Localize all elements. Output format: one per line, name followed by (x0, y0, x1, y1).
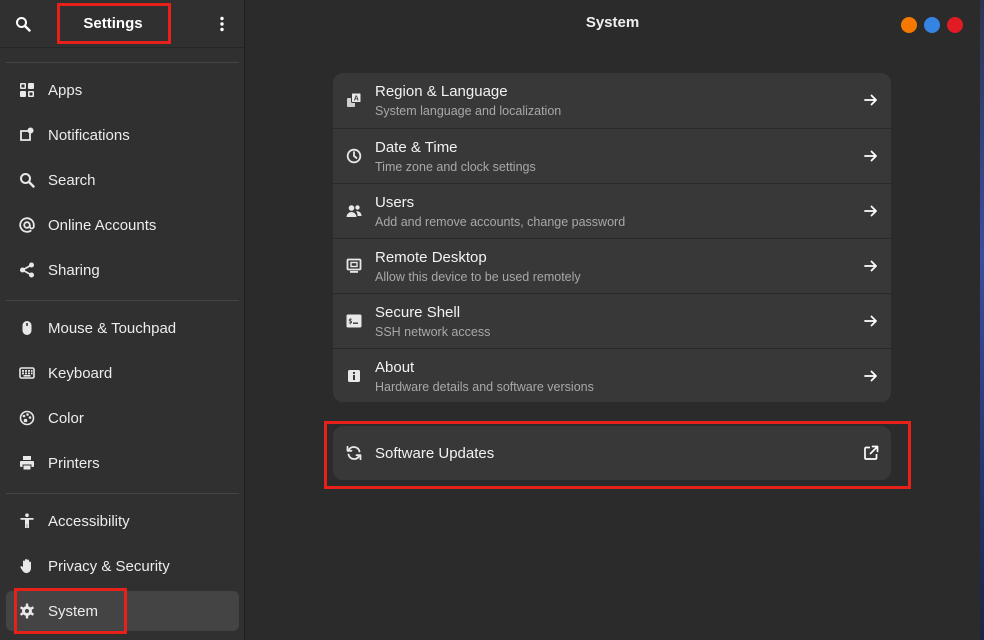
arrow-right-icon (851, 369, 891, 383)
gear-icon (6, 603, 48, 619)
sidebar-divider (6, 62, 239, 63)
arrow-right-icon (851, 149, 891, 163)
sidebar-item-search[interactable]: Search (6, 160, 239, 200)
main-menu-button[interactable] (207, 9, 237, 39)
arrow-right-icon (851, 259, 891, 273)
sidebar-divider (6, 493, 239, 494)
sidebar-item-label: Apps (48, 81, 83, 99)
search-icon (16, 17, 31, 32)
arrow-right-icon (851, 204, 891, 218)
users-icon (333, 203, 375, 219)
sidebar-item-label: Accessibility (48, 512, 130, 530)
sidebar-item-printers[interactable]: Printers (6, 443, 239, 483)
page-title: System (585, 14, 640, 31)
arrow-right-icon (851, 314, 891, 328)
sidebar-item-mouse-touchpad[interactable]: Mouse & Touchpad (6, 308, 239, 348)
svg-text:A: A (354, 96, 359, 103)
sidebar-item-label: Search (48, 171, 96, 189)
sidebar-item-color[interactable]: Color (6, 398, 239, 438)
printer-icon (6, 455, 48, 471)
row-users[interactable]: Users Add and remove accounts, change pa… (333, 183, 891, 238)
row-secure-shell[interactable]: $ Secure Shell SSH network access (333, 293, 891, 348)
sidebar-item-accessibility[interactable]: Accessibility (6, 501, 239, 541)
clock-icon (333, 148, 375, 164)
minimize-button[interactable] (901, 17, 917, 33)
row-about[interactable]: About Hardware details and software vers… (333, 348, 891, 402)
sidebar-item-label: Online Accounts (48, 216, 157, 234)
sidebar-item-keyboard[interactable]: Keyboard (6, 353, 239, 393)
row-title: Remote Desktop (375, 248, 487, 266)
sidebar-title: Settings (83, 14, 143, 32)
external-link-icon (851, 445, 891, 461)
sidebar-divider (6, 300, 239, 301)
close-button[interactable] (947, 17, 963, 33)
row-title: Secure Shell (375, 303, 461, 321)
sidebar-item-online-accounts[interactable]: Online Accounts (6, 205, 239, 245)
sidebar-item-label: Printers (48, 454, 100, 472)
kebab-menu-icon (220, 16, 224, 32)
sidebar-item-sharing[interactable]: Sharing (6, 250, 239, 290)
software-updates-button[interactable]: Software Updates (333, 426, 891, 480)
apps-icon (6, 82, 48, 98)
main-panel: System A Region & Language System langua… (245, 0, 980, 640)
remote-desktop-icon (333, 258, 375, 274)
sidebar-item-label: Color (48, 409, 84, 427)
software-updates-label: Software Updates (375, 444, 495, 462)
refresh-icon (333, 445, 375, 461)
hand-icon (6, 558, 48, 574)
sidebar-item-system[interactable]: System (6, 591, 239, 631)
row-subtitle: Allow this device to be used remotely (375, 269, 581, 284)
sidebar-item-label: Mouse & Touchpad (48, 319, 177, 337)
row-region-language[interactable]: A Region & Language System language and … (333, 73, 891, 127)
sidebar-item-label: System (48, 602, 99, 620)
svg-text:$: $ (348, 318, 352, 326)
arrow-right-icon (851, 93, 891, 107)
row-title: Region & Language (375, 82, 508, 100)
row-remote-desktop[interactable]: Remote Desktop Allow this device to be u… (333, 238, 891, 293)
row-title: About (375, 358, 415, 376)
sidebar: Settings Apps Notifications Search Onlin… (0, 0, 245, 640)
row-subtitle: System language and localization (375, 103, 562, 118)
row-subtitle: Time zone and clock settings (375, 159, 536, 174)
row-subtitle: Add and remove accounts, change password (375, 214, 626, 229)
desktop-background-edge (980, 0, 984, 640)
at-sign-icon (6, 217, 48, 233)
language-icon: A (333, 92, 375, 108)
system-settings-list: A Region & Language System language and … (333, 73, 891, 402)
search-button[interactable] (8, 9, 38, 39)
maximize-button[interactable] (924, 17, 940, 33)
row-title: Date & Time (375, 138, 458, 156)
accessibility-icon (6, 513, 48, 529)
settings-window: Settings Apps Notifications Search Onlin… (0, 0, 980, 640)
row-title: Users (375, 193, 415, 211)
sidebar-item-privacy-security[interactable]: Privacy & Security (6, 546, 239, 586)
row-subtitle: Hardware details and software versions (375, 379, 594, 394)
sidebar-item-label: Keyboard (48, 364, 113, 382)
sidebar-item-label: Privacy & Security (48, 557, 170, 575)
row-date-time[interactable]: Date & Time Time zone and clock settings (333, 128, 891, 183)
search-icon (6, 172, 48, 188)
sidebar-header: Settings (0, 0, 244, 48)
sidebar-item-apps[interactable]: Apps (6, 70, 239, 110)
sidebar-item-label: Notifications (48, 126, 130, 144)
info-icon (333, 368, 375, 384)
row-subtitle: SSH network access (375, 324, 491, 339)
notification-icon (6, 127, 48, 143)
sidebar-item-label: Sharing (48, 261, 100, 279)
share-icon (6, 262, 48, 278)
mouse-icon (6, 320, 48, 336)
color-palette-icon (6, 410, 48, 426)
terminal-icon: $ (333, 313, 375, 329)
sidebar-item-notifications[interactable]: Notifications (6, 115, 239, 155)
keyboard-icon (6, 365, 48, 381)
